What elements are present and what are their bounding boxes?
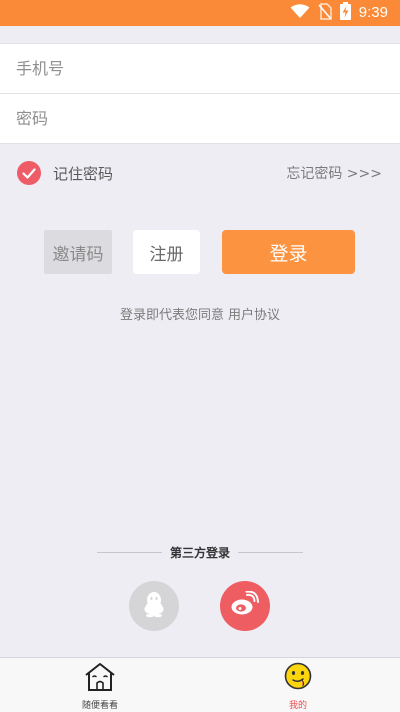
bottom-tab-bar: 随便看看 我的 (0, 657, 400, 712)
no-sim-icon (318, 2, 332, 24)
agreement-prefix: 登录即代表您同意 (119, 308, 224, 323)
status-time: 9:39 (358, 4, 388, 21)
phone-row (0, 44, 400, 93)
password-row (0, 93, 400, 143)
login-button[interactable]: 登录 (222, 230, 355, 274)
checkmark-icon[interactable] (17, 161, 41, 185)
qq-icon (142, 590, 166, 622)
divider-line (238, 551, 304, 553)
third-party-title: 第三方登录 (170, 545, 231, 560)
phone-input[interactable] (16, 59, 376, 78)
status-icons: 9:39 (290, 2, 388, 24)
weibo-icon (230, 590, 260, 621)
user-agreement-link[interactable]: 用户协议 (228, 308, 280, 323)
qq-login-button[interactable] (129, 581, 179, 631)
invite-code-button[interactable]: 邀请码 (44, 230, 112, 274)
remember-password-label: 记住密码 (53, 164, 114, 183)
status-bar: 9:39 (0, 0, 400, 26)
house-icon (83, 662, 117, 696)
password-input[interactable] (16, 109, 376, 128)
tab-mine[interactable]: 我的 (248, 662, 348, 711)
login-form (0, 43, 400, 144)
tab-browse-label: 随便看看 (81, 701, 118, 711)
agreement-text: 登录即代表您同意 用户协议 (0, 304, 400, 323)
third-party-divider: 第三方登录 (97, 543, 304, 561)
tab-browse[interactable]: 随便看看 (50, 662, 150, 711)
remember-password-toggle[interactable]: 记住密码 (17, 160, 113, 186)
register-button[interactable]: 注册 (133, 230, 200, 274)
wifi-icon (290, 3, 310, 23)
weibo-login-button[interactable] (220, 581, 270, 631)
divider-line (97, 551, 162, 553)
emoji-face-icon (283, 662, 313, 696)
tab-mine-label: 我的 (288, 701, 307, 711)
forgot-password-link[interactable]: 忘记密码 >>> (286, 163, 382, 183)
battery-charging-icon (339, 2, 351, 24)
